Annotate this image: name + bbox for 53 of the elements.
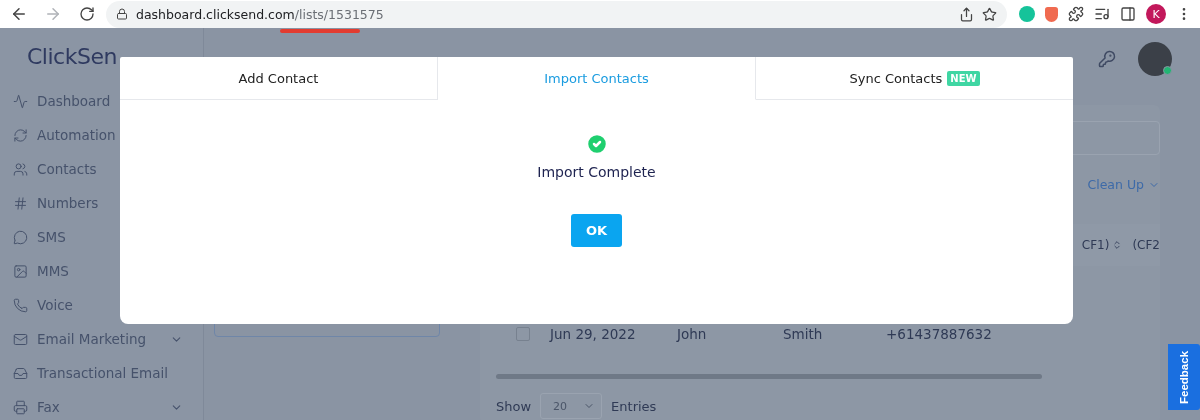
dialog-tab[interactable]: Add Contact	[120, 57, 438, 100]
sidebar-item[interactable]: MMS	[0, 254, 203, 288]
sidebar-item[interactable]: Numbers	[0, 186, 203, 220]
nav-icon	[13, 399, 28, 415]
dialog-tab[interactable]: Import Contacts	[438, 57, 756, 100]
nav-icon	[13, 331, 28, 347]
sidebar-item[interactable]: Contacts	[0, 152, 203, 186]
table-cell-text: Smith	[783, 326, 824, 342]
avatar[interactable]	[1138, 42, 1172, 76]
nav-icon	[13, 127, 28, 143]
forward-icon	[44, 5, 62, 23]
sidebar-item[interactable]: Automation	[0, 118, 203, 152]
status-message: Import Complete	[537, 164, 656, 180]
nav-icon	[13, 229, 28, 245]
column-header[interactable]: CF1)	[1081, 238, 1123, 252]
logo: ClickSen	[27, 43, 117, 69]
table-cell-text: John	[677, 326, 708, 342]
back-icon	[10, 5, 28, 23]
scrollbar[interactable]	[496, 374, 1042, 379]
show-label: Show	[496, 398, 532, 414]
key-icon[interactable]	[1098, 50, 1116, 68]
column-header[interactable]: (CF2	[1132, 238, 1160, 252]
media-list-icon[interactable]	[1094, 6, 1110, 22]
table-cell-text: Jun 29, 2022	[550, 326, 637, 342]
puzzle-icon[interactable]	[1068, 6, 1084, 22]
page-size-select[interactable]: 20	[540, 393, 603, 419]
feedback-tab[interactable]: Feedback	[1168, 344, 1200, 410]
share-icon[interactable]	[959, 6, 974, 22]
nav-icon	[13, 365, 28, 381]
sidebar-item[interactable]: Voice	[0, 288, 203, 322]
clean-up-dropdown[interactable]: Clean Up	[1087, 177, 1160, 192]
nav-icon	[13, 263, 28, 279]
sidebar-item[interactable]: Transactional Email	[0, 356, 203, 390]
sidebar-item[interactable]: Email Marketing	[0, 322, 203, 356]
reload-icon	[79, 6, 95, 22]
entries-label: Entries	[611, 398, 657, 414]
side-panel-icon[interactable]	[1120, 6, 1136, 22]
profile-button[interactable]: K	[1146, 4, 1166, 24]
online-dot	[1163, 66, 1172, 75]
nav-icon	[13, 297, 28, 313]
sidebar-item[interactable]: SMS	[0, 220, 203, 254]
ok-button[interactable]: OK	[571, 214, 622, 247]
table-cell-text: +61437887632	[886, 326, 993, 342]
nav-icon	[13, 161, 28, 177]
new-badge: NEW	[947, 70, 980, 86]
nav-icon	[13, 195, 28, 211]
dialog-tab[interactable]: Sync Contacts NEW	[756, 57, 1073, 100]
shield-icon[interactable]	[1045, 6, 1058, 22]
sidebar-item[interactable]: Fax	[0, 390, 203, 420]
lock-icon	[116, 8, 128, 20]
url-text: dashboard.clicksend.com/lists/1531575	[136, 6, 384, 22]
nav-icon	[13, 93, 28, 109]
star-icon[interactable]	[982, 6, 997, 22]
